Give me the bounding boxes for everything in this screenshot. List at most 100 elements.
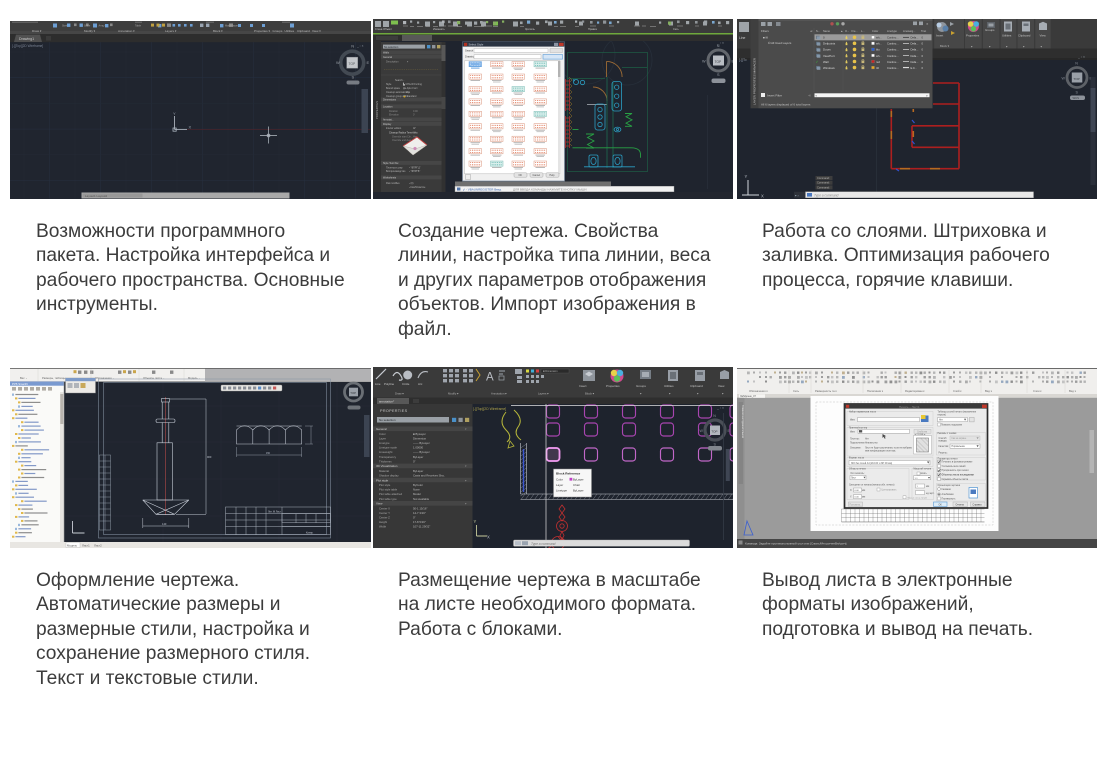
- svg-text:Color: Color: [872, 29, 878, 33]
- svg-text:Insert: Insert: [936, 34, 943, 38]
- svg-text:Lineweig...: Lineweig...: [903, 29, 916, 33]
- svg-text:Что печатать:: Что печатать:: [850, 473, 865, 475]
- svg-text:Color: Color: [379, 432, 386, 436]
- svg-text:Draw ▾: Draw ▾: [32, 29, 42, 33]
- svg-text:Thickness: Thickness: [379, 459, 392, 463]
- svg-text:Properties: Properties: [606, 384, 620, 388]
- svg-text:Модель: Модель: [67, 543, 78, 547]
- svg-text:Utilities: Utilities: [1002, 34, 1012, 38]
- svg-text:Search...: Search...: [395, 79, 405, 82]
- svg-text:Block ▾: Block ▾: [940, 44, 950, 48]
- svg-text:Style Text блк: Style Text блк: [383, 162, 399, 165]
- svg-text:ByColor: ByColor: [413, 483, 423, 487]
- svg-text:Fre...: Fre...: [851, 29, 857, 33]
- svg-text:N: N: [351, 44, 354, 49]
- svg-text:Linetype: Linetype: [556, 489, 567, 493]
- svg-text:Circle: Circle: [402, 382, 410, 386]
- svg-text:РУБ SmartN: РУБ SmartN: [12, 382, 28, 386]
- svg-text:y' - VBAUNREGISTER Введ: y' - VBAUNREGISTER Введ: [463, 188, 501, 192]
- svg-text:имя конфигурации плоттера.: имя конфигурации плоттера.: [865, 449, 896, 452]
- svg-text:Лит. М Лист: Лит. М Лист: [268, 511, 282, 514]
- svg-text:Формат листа: Формат листа: [849, 457, 865, 460]
- svg-text:Command:: Command:: [817, 176, 830, 180]
- svg-text:Область печати: Область печати: [849, 469, 867, 471]
- svg-text:Center X: Center X: [379, 506, 390, 510]
- svg-text:140: 140: [162, 522, 167, 526]
- svg-text:Groups: Groups: [272, 29, 282, 33]
- svg-text:ByLayer: ByLayer: [573, 478, 584, 482]
- svg-text:Worksheets: Worksheets: [383, 177, 397, 180]
- svg-text:S: S: [351, 75, 354, 80]
- svg-text:ByLayer: ByLayer: [573, 489, 584, 493]
- svg-text:Набор параметров листа: Набор параметров листа: [849, 412, 877, 414]
- svg-text:Search: Search: [465, 48, 474, 52]
- svg-text:вывода:: вывода:: [938, 440, 947, 442]
- svg-text:X: X: [188, 125, 191, 130]
- svg-text:Объекты листа ⌄: Объекты листа ⌄: [143, 376, 165, 380]
- svg-text:⛁ All Used Layers: ⛁ All Used Layers: [768, 41, 792, 45]
- svg-text:L...: L...: [861, 29, 865, 33]
- svg-text:Shadow display: Shadow display: [379, 474, 399, 478]
- svg-text:OK: OK: [518, 174, 522, 177]
- svg-text:O...: O...: [845, 29, 849, 33]
- svg-text:Elevation: Elevation: [389, 114, 400, 117]
- svg-text:Plot style: Plot style: [379, 483, 391, 487]
- svg-text:Копир.: Копир.: [306, 532, 314, 535]
- svg-text:Вид ▾: Вид ▾: [1069, 389, 1077, 393]
- svg-text:Continu...: Continu...: [887, 36, 899, 40]
- svg-text:Слои ▾: Слои ▾: [1033, 389, 1042, 393]
- svg-text:мм: мм: [926, 486, 930, 488]
- svg-text:[-][Top][2D Wireframe]: [-][Top][2D Wireframe]: [12, 44, 43, 48]
- svg-text:Масшт. веса линий: Масшт. веса линий: [907, 496, 927, 499]
- svg-text:Groups: Groups: [985, 28, 995, 32]
- svg-text:Обозначения ⌄: Обозначения ⌄: [95, 376, 115, 380]
- svg-text:[-][Top][2D Wireframe]: [-][Top][2D Wireframe]: [473, 407, 506, 411]
- svg-text:◄ 211 MB ►: ◄ 211 MB ►: [914, 433, 926, 436]
- svg-text:перьев): перьев): [937, 414, 945, 416]
- svg-text:Cleanup Radius Termi-blks: Cleanup Radius Termi-blks: [389, 132, 418, 135]
- svg-text:Масштаб печати: Масштаб печати: [913, 469, 931, 471]
- svg-text:Лист не будет распечатан, если: Лист не будет распечатан, если не выбран…: [865, 447, 913, 449]
- svg-text:Нормальное: Нормальное: [951, 446, 965, 448]
- svg-text:Defa...: Defa...: [910, 48, 918, 52]
- svg-text:Layers ▾: Layers ▾: [165, 29, 177, 33]
- svg-text:Transparency: Transparency: [379, 455, 397, 459]
- svg-text:Команда: Задайте противоположн: Команда: Задайте противоположный угол ил…: [745, 541, 847, 545]
- svg-text:—— ByLayer: —— ByLayer: [413, 450, 430, 454]
- svg-text:Defa...: Defa...: [910, 60, 918, 64]
- svg-text:X: X: [487, 535, 490, 540]
- svg-text:E: E: [366, 60, 369, 65]
- svg-text:Плоттер:: Плоттер:: [850, 438, 860, 440]
- svg-text:Да Apto 1'ист: Да Apto 1'ист: [403, 87, 419, 90]
- svg-text:X: X: [761, 194, 764, 199]
- svg-text:Material: Material: [379, 469, 389, 473]
- svg-text:Режимы с тенями: Режимы с тенями: [937, 433, 957, 435]
- svg-text:W: W: [336, 60, 340, 65]
- svg-text:Разреш.:: Разреш.:: [938, 452, 948, 454]
- svg-text:Interior edition: Interior edition: [386, 127, 402, 130]
- svg-text:Центрировать: Центрировать: [881, 490, 897, 492]
- svg-text:A: A: [486, 372, 494, 384]
- svg-text:50-1 15/16": 50-1 15/16": [413, 506, 427, 510]
- svg-text:Layers ▾: Layers ▾: [538, 392, 549, 396]
- svg-text:Имя:: Имя:: [850, 420, 855, 422]
- svg-text:Размерность та ▾: Размерность та ▾: [815, 389, 837, 393]
- svg-text:Cancel: Cancel: [532, 174, 540, 177]
- svg-text:Ориентация чертежа: Ориентация чертежа: [937, 485, 960, 487]
- svg-text:Слой ▾: Слой ▾: [953, 389, 962, 393]
- svg-text:Defpoints: Defpoints: [823, 42, 836, 46]
- svg-text:N: N: [1075, 62, 1078, 66]
- svg-text:TOP: TOP: [350, 391, 356, 395]
- svg-text:Center Y: Center Y: [379, 511, 390, 515]
- svg-text:Вид ▾: Вид ▾: [985, 389, 993, 393]
- svg-text:Layer: Layer: [556, 483, 563, 487]
- svg-text:14-7 3/16": 14-7 3/16": [413, 511, 426, 515]
- svg-text:Имя:: Имя:: [850, 432, 855, 434]
- svg-text:■ ⊞: ■ ⊞: [763, 36, 769, 40]
- svg-text:Modify ▾: Modify ▾: [448, 392, 459, 396]
- svg-text:Размеры, таблицы ⌄: Размеры, таблицы ⌄: [42, 376, 68, 380]
- svg-text:✕: ✕: [926, 22, 929, 26]
- svg-text:Альбомная: Альбомная: [941, 493, 954, 496]
- svg-text:Прозрачность при печати: Прозрачность при печати: [941, 470, 969, 472]
- svg-text:мм: мм: [862, 497, 866, 499]
